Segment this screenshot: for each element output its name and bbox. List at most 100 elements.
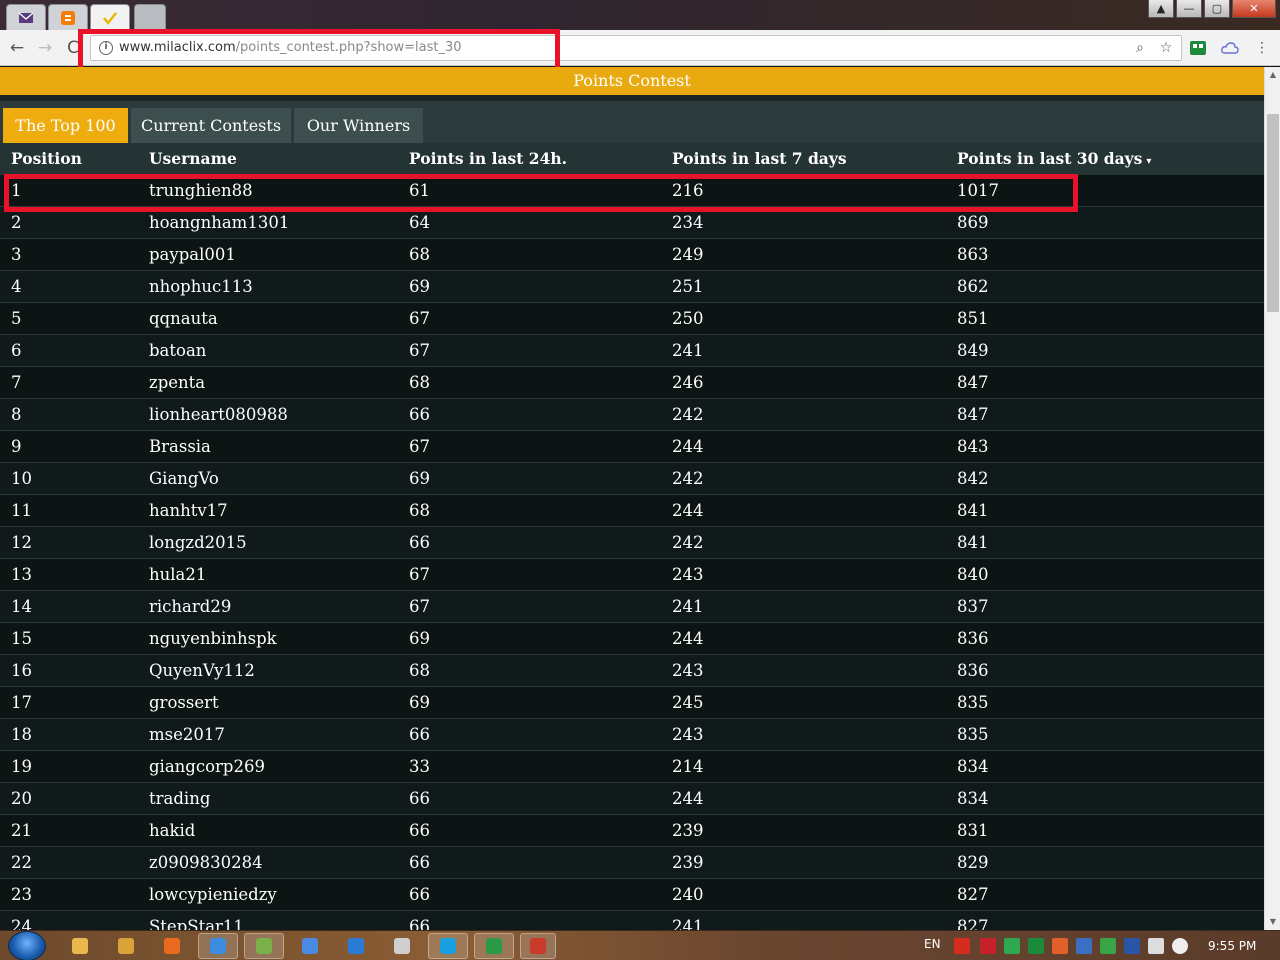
firefox-icon[interactable] [152,933,192,959]
media-player-icon[interactable] [106,933,146,959]
row-position: 19 [11,757,32,776]
network-icon[interactable] [1148,938,1164,954]
skype-icon[interactable] [428,933,468,959]
ie-icon[interactable] [336,933,376,959]
row-username[interactable]: trading [149,783,210,815]
maximize-button[interactable]: ▢ [1204,0,1230,18]
row-username[interactable]: hoangnham1301 [149,207,289,239]
paint-icon[interactable] [290,933,330,959]
leaderboard-table: 1 trunghien88 61 216 1017 2 hoangnham1301 64 234… [0,175,1264,930]
bookmark-star-icon[interactable]: ☆ [1157,39,1175,57]
table-row: 19 giangcorp269 33 214 834 [0,751,1264,783]
forward-button[interactable]: → [34,37,56,59]
minimize-button[interactable]: — [1176,0,1202,18]
row-username[interactable]: longzd2015 [149,527,247,559]
tray-green-icon[interactable] [1004,938,1020,954]
row-username[interactable]: StepStar11 [149,911,244,930]
table-row: 4 nhophuc113 69 251 862 [0,271,1264,303]
row-points-7d: 249 [672,245,704,264]
screen-icon[interactable] [474,933,514,959]
table-row: 10 GiangVo 69 242 842 [0,463,1264,495]
cloud-extension-icon[interactable] [1220,38,1240,58]
col-points-24h-header[interactable]: Points in last 24h. [409,143,567,175]
row-username[interactable]: paypal001 [149,239,236,271]
tray-orange-icon[interactable] [1052,938,1068,954]
tray-extension-icon[interactable] [1028,938,1044,954]
table-row: 6 batoan 67 241 849 [0,335,1264,367]
clock-app-icon[interactable] [382,933,422,959]
row-points-30d: 840 [957,565,989,584]
row-username[interactable]: lowcypieniedzy [149,879,277,911]
address-bar[interactable]: i www.milaclix.com/points_contest.php?sh… [90,35,1182,61]
user-profile-button[interactable]: ▲ [1148,0,1174,18]
back-button[interactable]: ← [6,37,28,59]
scroll-down-icon[interactable]: ▼ [1265,914,1280,930]
tray-red-icon[interactable] [980,938,996,954]
row-position: 10 [11,469,32,488]
row-username[interactable]: lionheart080988 [149,399,288,431]
row-points-24h: 66 [409,533,430,552]
col-points-30d-header[interactable]: Points in last 30 days ▾ [957,143,1151,178]
row-username[interactable]: grossert [149,687,219,719]
tab-current-contests[interactable]: Current Contests [131,108,291,143]
tray-update-icon[interactable] [1100,938,1116,954]
row-username[interactable]: Brassia [149,431,211,463]
folder-icon[interactable] [60,933,100,959]
browser-tab-milaclix[interactable] [90,4,130,30]
acrobat-tray-icon[interactable] [954,938,970,954]
language-indicator[interactable]: EN [924,937,941,951]
volume-icon[interactable] [1172,938,1188,954]
close-button[interactable]: ✕ [1232,0,1276,18]
menu-icon[interactable]: ⋮ [1252,38,1272,58]
browser-toolbar: ← → C i www.milaclix.com/points_contest.… [0,30,1280,66]
row-username[interactable]: batoan [149,335,206,367]
app-red-icon[interactable] [520,933,556,959]
row-username[interactable]: mse2017 [149,719,225,751]
scroll-up-icon[interactable]: ▲ [1265,67,1280,83]
app-icon[interactable] [244,933,284,959]
row-username[interactable]: qqnauta [149,303,218,335]
row-points-30d: 837 [957,597,989,616]
row-username[interactable]: hanhtv17 [149,495,228,527]
row-username[interactable]: giangcorp269 [149,751,265,783]
start-button[interactable] [8,931,46,960]
clock-app-icon-glyph [394,938,410,954]
row-username[interactable]: QuyenVy112 [149,655,255,687]
new-tab-button[interactable] [134,4,166,30]
tray-shield-icon[interactable] [1124,938,1140,954]
tab-our-winners[interactable]: Our Winners [294,108,423,143]
row-username[interactable]: zpenta [149,367,205,399]
firefox-icon-glyph [164,938,180,954]
tray-blue-icon[interactable] [1076,938,1092,954]
col-position-header[interactable]: Position [11,143,82,175]
browser-tab-blogger[interactable] [48,4,88,30]
row-points-7d: 243 [672,725,704,744]
back-arrow-icon: ← [9,38,25,58]
row-username[interactable]: nhophuc113 [149,271,253,303]
chrome-icon[interactable] [198,933,238,959]
row-points-24h: 66 [409,821,430,840]
row-username[interactable]: trunghien88 [149,175,253,207]
col-points-7d-header[interactable]: Points in last 7 days [672,143,847,175]
extension-green-icon[interactable] [1188,38,1208,58]
info-icon[interactable]: i [99,41,113,55]
row-username[interactable]: hula21 [149,559,206,591]
row-username[interactable]: hakid [149,815,195,847]
row-username[interactable]: GiangVo [149,463,219,495]
row-username[interactable]: nguyenbinhspk [149,623,277,655]
page-scrollbar[interactable]: ▲ ▼ [1264,67,1280,930]
browser-tab-mail[interactable] [6,4,46,30]
reload-button[interactable]: C [62,37,84,59]
row-points-30d: 843 [957,437,989,456]
table-row: 13 hula21 67 243 840 [0,559,1264,591]
row-username[interactable]: richard29 [149,591,231,623]
zoom-icon[interactable]: ⌕ [1131,39,1149,57]
col-username-header[interactable]: Username [149,143,237,175]
tab-top-100[interactable]: The Top 100 [3,108,128,143]
row-points-24h: 69 [409,277,430,296]
row-username[interactable]: z0909830284 [149,847,263,879]
table-row: 3 paypal001 68 249 863 [0,239,1264,271]
scroll-thumb[interactable] [1267,114,1279,312]
url-text[interactable]: www.milaclix.com/points_contest.php?show… [119,40,462,55]
clock[interactable]: 9:55 PM [1208,939,1256,953]
